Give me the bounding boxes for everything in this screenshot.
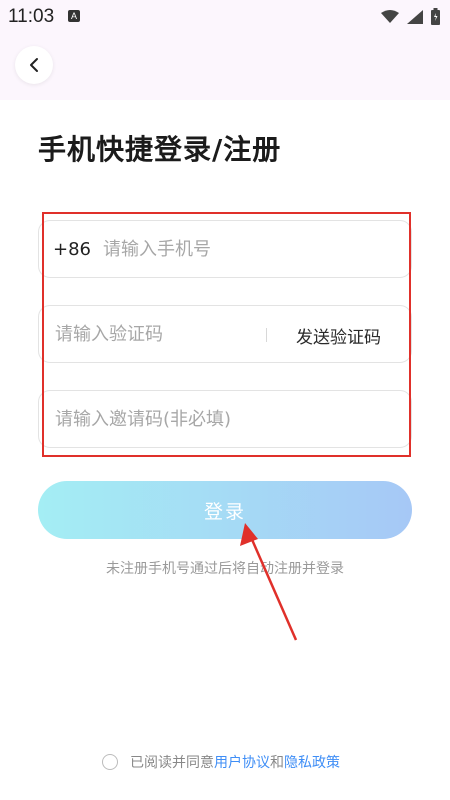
user-agreement-link[interactable]: 用户协议 [214, 752, 270, 772]
agreement-row: 已阅读并同意 用户协议 和 隐私政策 [102, 752, 340, 772]
divider [266, 328, 267, 342]
battery-icon [431, 8, 440, 25]
status-bar: 11:03 A [0, 0, 450, 34]
back-button[interactable] [15, 46, 53, 84]
signal-icon [407, 9, 423, 24]
verification-code-input[interactable] [55, 306, 265, 362]
status-time: 11:03 [8, 6, 55, 27]
phone-input[interactable] [103, 221, 393, 277]
auto-register-hint: 未注册手机号通过后将自动注册并登录 [106, 561, 344, 577]
login-button[interactable]: 登录 [38, 481, 412, 539]
agreement-and: 和 [270, 755, 284, 771]
invite-code-field [38, 390, 412, 448]
agree-checkbox[interactable] [102, 754, 118, 770]
agreement-prefix: 已阅读并同意 [130, 755, 214, 771]
country-code[interactable]: +86 [53, 239, 91, 260]
send-code-button[interactable]: 发送验证码 [296, 323, 381, 348]
invite-code-input[interactable] [55, 391, 395, 447]
verification-code-field: 发送验证码 [38, 305, 412, 363]
phone-field: +86 [38, 220, 412, 278]
chevron-left-icon [30, 58, 38, 72]
page-title: 手机快捷登录/注册 [38, 133, 282, 166]
wifi-icon [381, 9, 399, 23]
privacy-policy-link[interactable]: 隐私政策 [284, 752, 340, 772]
header [0, 34, 450, 100]
status-icons [381, 8, 440, 25]
a-letter-icon: A [68, 10, 80, 22]
